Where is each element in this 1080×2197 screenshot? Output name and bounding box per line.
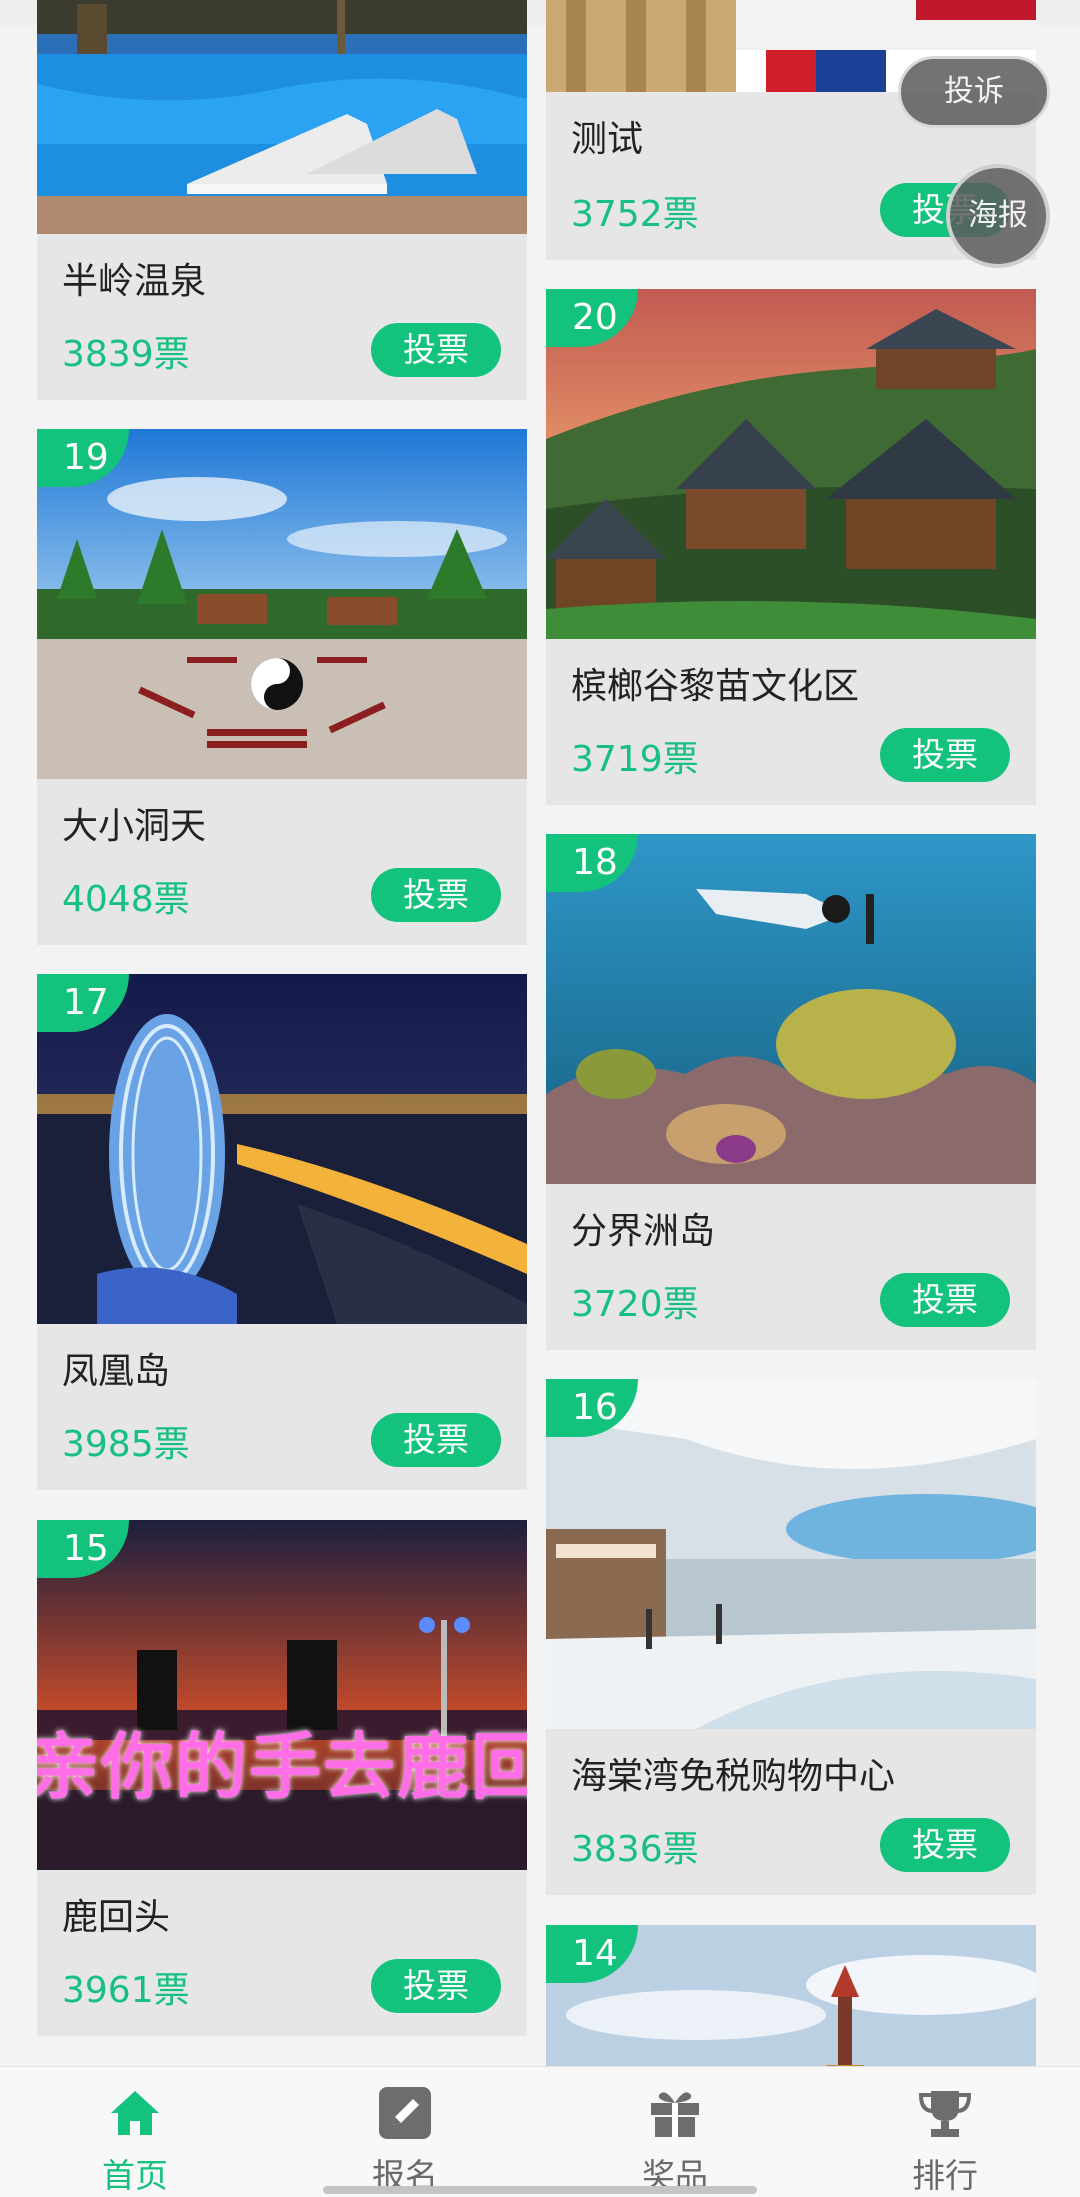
- vote-count: 4048票: [62, 879, 190, 920]
- attraction-card[interactable]: 半岭温泉 3839票 投票: [37, 0, 527, 400]
- edit-icon: [379, 2087, 431, 2139]
- home-indicator[interactable]: [323, 2186, 757, 2194]
- attraction-photo: 18: [546, 834, 1036, 1184]
- attraction-photo: [37, 0, 527, 234]
- tab-label: 排行: [912, 2156, 978, 2195]
- vote-count: 3985票: [62, 1424, 190, 1465]
- vote-button[interactable]: 投票: [371, 1413, 501, 1467]
- vote-button[interactable]: 投票: [880, 1273, 1010, 1327]
- attraction-name: 鹿回头: [62, 1897, 171, 1938]
- attraction-name: 分界洲岛: [571, 1211, 716, 1252]
- vote-count: 3961票: [62, 1970, 190, 2011]
- gift-icon: [651, 2092, 699, 2137]
- vote-button[interactable]: 投票: [880, 728, 1010, 782]
- vote-button[interactable]: 投票: [371, 1959, 501, 2013]
- trophy-icon: [918, 2091, 972, 2137]
- attraction-name: 测试: [571, 119, 644, 160]
- tab-label: 首页: [102, 2156, 168, 2195]
- tab-signup[interactable]: 报名: [270, 2067, 540, 2197]
- attraction-name: 槟榔谷黎苗文化区: [571, 666, 860, 707]
- attraction-photo: 亲你的手去鹿回 15: [37, 1520, 527, 1870]
- home-icon: [111, 2091, 159, 2135]
- attraction-name: 大小洞天: [62, 806, 207, 847]
- attraction-name: 凤凰岛: [62, 1351, 171, 1392]
- attraction-photo: 16: [546, 1379, 1036, 1729]
- vote-count: 3839票: [62, 334, 190, 375]
- vote-button[interactable]: 投票: [880, 1818, 1010, 1872]
- photo-banner-text: 亲你的手去鹿回: [37, 1725, 527, 1809]
- vote-count: 3836票: [571, 1829, 699, 1870]
- attraction-photo: 20: [546, 289, 1036, 639]
- attraction-card[interactable]: 20 槟榔谷黎苗文化区 3719票 投票: [546, 289, 1036, 805]
- complain-button[interactable]: 投诉: [898, 56, 1050, 128]
- attraction-grid[interactable]: 半岭温泉 3839票 投票 测试 3752票 投票 19 大小洞天 4048票 …: [0, 0, 1080, 2066]
- attraction-name: 半岭温泉: [62, 261, 207, 302]
- vote-count: 3752票: [571, 194, 699, 235]
- vote-button[interactable]: 投票: [371, 323, 501, 377]
- attraction-photo: 17: [37, 974, 527, 1324]
- tab-ranking[interactable]: 排行: [810, 2067, 1080, 2197]
- vote-button[interactable]: 投票: [371, 868, 501, 922]
- vote-count: 3720票: [571, 1284, 699, 1325]
- attraction-name: 海棠湾免税购物中心: [571, 1756, 896, 1797]
- attraction-card[interactable]: 17 凤凰岛 3985票 投票: [37, 974, 527, 1490]
- tab-prizes[interactable]: 奖品: [540, 2067, 810, 2197]
- vote-count: 3719票: [571, 739, 699, 780]
- attraction-photo: 19: [37, 429, 527, 779]
- poster-button[interactable]: 海报: [946, 164, 1050, 268]
- attraction-card[interactable]: 16 海棠湾免税购物中心 3836票 投票: [546, 1379, 1036, 1895]
- attraction-card[interactable]: 18 分界洲岛 3720票 投票: [546, 834, 1036, 1350]
- attraction-card[interactable]: 19 大小洞天 4048票 投票: [37, 429, 527, 945]
- attraction-photo: 14: [546, 1925, 1036, 2066]
- tab-home[interactable]: 首页: [0, 2067, 270, 2197]
- attraction-card[interactable]: 14: [546, 1925, 1036, 2066]
- bottom-tab-bar: 首页 报名 奖品 排行: [0, 2066, 1080, 2197]
- attraction-card[interactable]: 亲你的手去鹿回 15 鹿回头 3961票 投票: [37, 1520, 527, 2036]
